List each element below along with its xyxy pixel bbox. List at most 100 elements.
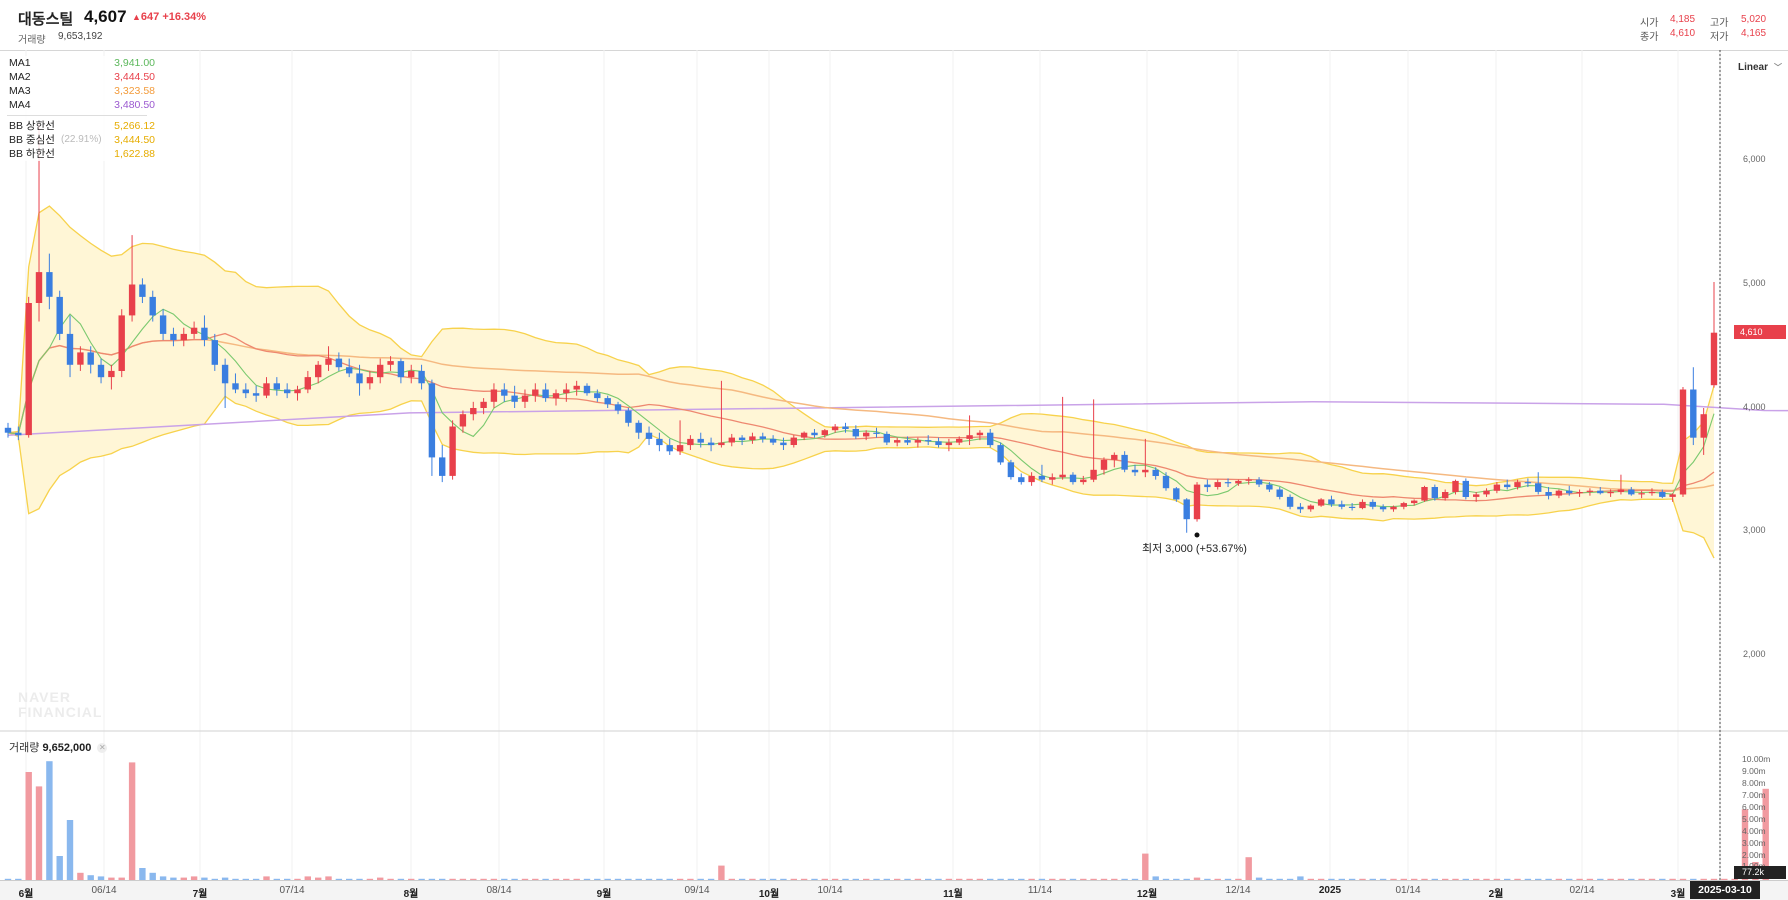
volume-bar bbox=[35, 786, 43, 880]
candle-body bbox=[1007, 462, 1015, 478]
candle-body bbox=[676, 445, 684, 452]
candle-body bbox=[263, 383, 270, 396]
candle-body bbox=[945, 442, 953, 446]
candle-body bbox=[904, 440, 911, 443]
vol-tick-10m: 10.00m bbox=[1742, 754, 1771, 764]
x-tick: 2025 bbox=[1318, 885, 1342, 896]
candle-body bbox=[1255, 479, 1263, 485]
candle-body bbox=[1669, 494, 1676, 497]
close-value: 4,610 bbox=[1670, 28, 1696, 39]
y-tick-2000: 2,000 bbox=[1743, 649, 1766, 659]
candle-body bbox=[273, 383, 280, 390]
candle-body bbox=[666, 445, 673, 452]
volume-value: 9,653,192 bbox=[58, 31, 103, 42]
close-icon[interactable]: ✕ bbox=[97, 743, 108, 753]
stock-price: 4,607 bbox=[84, 7, 127, 26]
candle-body bbox=[935, 441, 942, 445]
candle-body bbox=[284, 389, 291, 394]
candle-body bbox=[1348, 506, 1356, 508]
candle-body bbox=[335, 358, 343, 368]
candle-body bbox=[1162, 475, 1170, 489]
candle-body bbox=[1690, 389, 1697, 438]
candle-body bbox=[1214, 482, 1221, 487]
volume-bar bbox=[128, 762, 136, 880]
volume-bar bbox=[149, 872, 156, 880]
candle-body bbox=[1493, 484, 1501, 491]
volume-bar bbox=[66, 820, 74, 880]
candle-body bbox=[97, 364, 105, 378]
volume-bar bbox=[77, 872, 84, 880]
candle-body bbox=[1411, 500, 1418, 504]
open-label: 시가 bbox=[1640, 18, 1659, 29]
volume-bars bbox=[4, 761, 1769, 880]
candle-body bbox=[1452, 480, 1459, 492]
candle-body bbox=[366, 377, 374, 384]
candle-body bbox=[470, 408, 477, 415]
candle-body bbox=[449, 426, 456, 476]
candle-body bbox=[604, 398, 611, 405]
candle-body bbox=[956, 438, 963, 443]
candle-body bbox=[1421, 487, 1428, 501]
legend-bb-upper-label: BB 상한선 bbox=[9, 120, 55, 132]
vol-tick-6m: 6.00m bbox=[1742, 802, 1766, 812]
candle-body bbox=[1617, 489, 1625, 492]
candle-body bbox=[1038, 475, 1046, 480]
legend-ma1: MA1 3,941.00 bbox=[7, 56, 155, 70]
price-chart[interactable] bbox=[0, 50, 1788, 880]
high-value: 5,020 bbox=[1741, 14, 1767, 25]
candle-body bbox=[1276, 489, 1283, 497]
volume-label: 거래량 bbox=[18, 35, 46, 46]
crosshair-date-tag: 2025-03-10 bbox=[1690, 881, 1760, 899]
vol-tick-9m: 9.00m bbox=[1742, 766, 1766, 776]
candle-body bbox=[1018, 477, 1025, 483]
stock-header: 대동스틸 4,607 ▲647 +16.34% 거래량 9,653,192 시가… bbox=[0, 0, 1788, 51]
candle-body bbox=[883, 433, 890, 443]
candle-body bbox=[1152, 469, 1159, 476]
candle-body bbox=[128, 284, 136, 316]
x-tick: 3월 bbox=[1670, 889, 1686, 900]
candle-body bbox=[87, 352, 94, 365]
candle-body bbox=[180, 333, 187, 341]
candle-body bbox=[1431, 487, 1438, 499]
volume-bar bbox=[1142, 853, 1149, 880]
candle-body bbox=[159, 315, 167, 334]
candle-body bbox=[780, 442, 787, 446]
legend-ma3-value: 3,323.58 bbox=[114, 85, 155, 97]
x-tick: 12/14 bbox=[1225, 885, 1251, 896]
candle-body bbox=[863, 432, 870, 437]
candle-body bbox=[490, 389, 498, 402]
stock-name: 대동스틸 bbox=[18, 11, 74, 28]
volume-pane-title: 거래량 bbox=[9, 742, 40, 754]
candle-body bbox=[645, 432, 653, 439]
candle-body bbox=[190, 327, 198, 334]
legend-bb-upper: BB 상한선 5,266.12 bbox=[7, 119, 155, 133]
x-tick: 6월 bbox=[18, 889, 34, 900]
legend-separator bbox=[7, 115, 147, 116]
candle-body bbox=[728, 437, 735, 443]
volume-bar bbox=[46, 761, 53, 880]
x-tick: 9월 bbox=[596, 889, 612, 900]
low-marker bbox=[1194, 532, 1200, 538]
volume-bar bbox=[25, 772, 32, 880]
volume-bar bbox=[718, 865, 725, 880]
high-label: 고가 bbox=[1710, 18, 1729, 29]
candle-body bbox=[108, 370, 115, 378]
candle-body bbox=[1131, 469, 1139, 473]
scale-dropdown[interactable]: Linear ﹀ bbox=[1738, 62, 1782, 73]
close-label: 종가 bbox=[1640, 32, 1659, 43]
x-tick: 10월 bbox=[758, 889, 780, 900]
candle-body bbox=[1379, 506, 1387, 510]
candle-body bbox=[315, 364, 322, 378]
candle-body bbox=[242, 389, 249, 394]
candle-body bbox=[511, 395, 518, 402]
candle-body bbox=[769, 438, 777, 443]
candle-body bbox=[46, 272, 53, 297]
candle-body bbox=[1659, 492, 1666, 497]
chart-grid bbox=[25, 50, 1679, 880]
candle-body bbox=[35, 272, 43, 303]
candle-body bbox=[118, 315, 125, 371]
candle-body bbox=[1338, 504, 1345, 507]
volume-bar bbox=[139, 868, 146, 880]
legend-ma2: MA2 3,444.50 bbox=[7, 70, 155, 84]
candle-body bbox=[1586, 490, 1594, 492]
